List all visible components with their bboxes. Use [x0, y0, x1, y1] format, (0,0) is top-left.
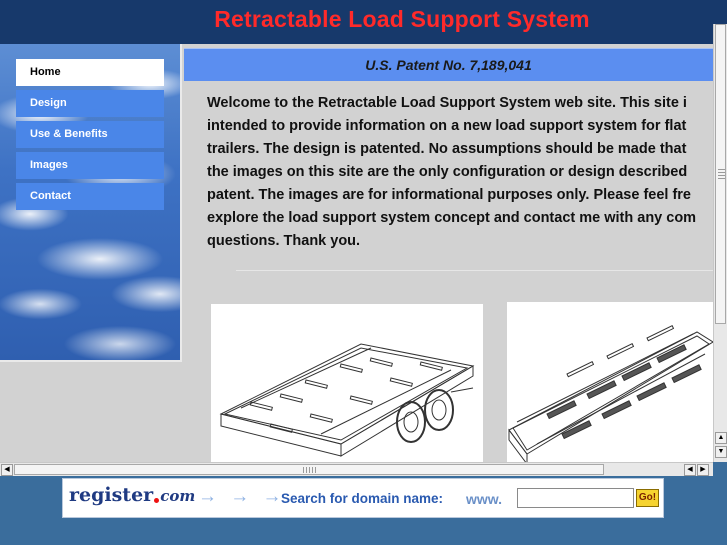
horizontal-scrollbar[interactable]: ◀ ◀ ▶: [0, 462, 713, 476]
logo-dot-icon: [154, 498, 160, 503]
go-button[interactable]: Go!: [636, 489, 659, 507]
scroll-up-button[interactable]: ▲: [715, 432, 727, 444]
scroll-grip-icon: [303, 467, 317, 473]
vertical-scrollbar[interactable]: ▲ ▼: [713, 24, 727, 462]
register-banner[interactable]: register com → → → Search for domain name…: [62, 478, 664, 518]
nav-item-design[interactable]: Design: [16, 90, 164, 117]
header-bar: Retractable Load Support System: [0, 0, 727, 44]
logo-com-text: com: [160, 487, 196, 505]
patent-bar: U.S. Patent No. 7,189,041: [184, 48, 713, 81]
patent-number: U.S. Patent No. 7,189,041: [365, 57, 532, 73]
search-label: Search for domain name:: [281, 491, 444, 506]
welcome-line: Welcome to the Retractable Load Support …: [207, 95, 687, 111]
welcome-line: the images on this site are the only con…: [207, 164, 688, 180]
welcome-line: trailers. The design is patented. No ass…: [207, 141, 687, 157]
trailer-image-left[interactable]: [211, 304, 483, 462]
divider-line: [236, 270, 713, 271]
nav-item-contact[interactable]: Contact: [16, 183, 164, 210]
register-logo[interactable]: register com: [69, 484, 195, 506]
sky-sidebar: Home Design Use & Benefits Images Contac…: [0, 44, 182, 362]
nav-menu: Home Design Use & Benefits Images Contac…: [16, 59, 164, 214]
logo-main-text: register: [69, 484, 154, 506]
arrow-icons: → → →: [198, 486, 286, 507]
scroll-left-button[interactable]: ◀: [1, 464, 13, 476]
nav-item-home[interactable]: Home: [16, 59, 164, 86]
content-frame: Home Design Use & Benefits Images Contac…: [0, 44, 713, 462]
welcome-line: patent. The images are for informational…: [207, 187, 692, 203]
welcome-text: Welcome to the Retractable Load Support …: [207, 92, 713, 253]
scroll-left-button-2[interactable]: ◀: [684, 464, 696, 476]
trailer-image-right[interactable]: [507, 302, 713, 462]
trailer-drawing-icon: [219, 343, 475, 457]
welcome-line: intended to provide information on a new…: [207, 118, 687, 134]
scroll-right-button[interactable]: ▶: [697, 464, 709, 476]
trailer-drawing-icon: [508, 325, 713, 462]
welcome-line: explore the load support system concept …: [207, 210, 697, 226]
nav-item-use-benefits[interactable]: Use & Benefits: [16, 121, 164, 148]
welcome-line: questions. Thank you.: [207, 233, 361, 249]
domain-search-input[interactable]: [517, 488, 634, 508]
horizontal-scroll-thumb[interactable]: [14, 464, 604, 475]
vertical-scroll-thumb[interactable]: [715, 24, 726, 324]
scroll-grip-icon: [718, 169, 725, 181]
site-title: Retractable Load Support System: [214, 6, 590, 32]
nav-item-images[interactable]: Images: [16, 152, 164, 179]
scroll-down-button[interactable]: ▼: [715, 446, 727, 458]
www-prefix: www.: [466, 491, 503, 507]
